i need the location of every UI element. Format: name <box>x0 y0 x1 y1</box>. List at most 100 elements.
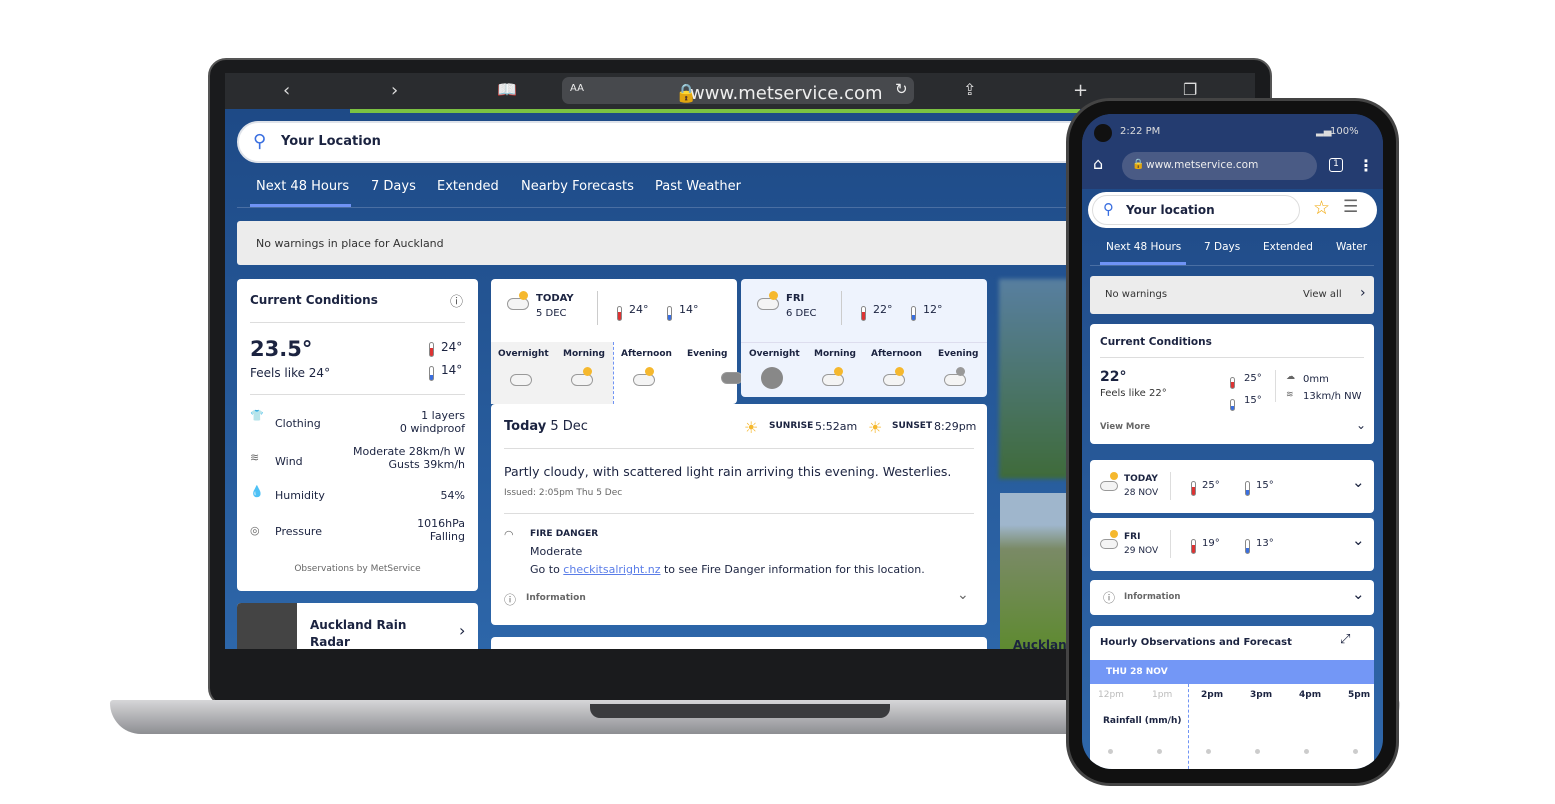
search-input[interactable]: ⚲ Your Location <box>237 121 1097 163</box>
tab-past-weather[interactable]: Past Weather <box>655 179 741 194</box>
phone-current-title: Current Conditions <box>1100 336 1212 348</box>
phone-information-toggle[interactable]: ⓘ Information ⌄ <box>1090 580 1374 615</box>
lock-icon: 🔒 <box>1132 159 1145 170</box>
phone-search-input[interactable]: ⚲ Your location <box>1092 195 1300 225</box>
days-0-high: 24° <box>629 303 649 316</box>
tab-water[interactable]: Water <box>1336 241 1367 253</box>
address-bar[interactable]: AA 🔒 www.metservice.com ↻ <box>562 77 914 104</box>
tab-next-48-hours[interactable]: Next 48 Hours <box>1106 241 1181 253</box>
phone-current-low: 15° <box>1244 395 1262 406</box>
decoration <box>583 367 592 376</box>
detail-fire_label: FIRE DANGER <box>530 529 599 539</box>
now-marker <box>1188 684 1189 769</box>
decoration <box>519 291 528 300</box>
day-card-fri[interactable]: FRI 6 DEC 22° 12° Overnight Morning Afte… <box>741 279 987 397</box>
phone-warning-banner[interactable]: No warnings View all › <box>1090 276 1374 314</box>
decoration: 1 layers 0 windproof <box>400 409 465 435</box>
decoration <box>1275 370 1276 402</box>
phone-day-card-fri[interactable]: FRI 29 NOV 19° 13° ⌄ <box>1090 518 1374 571</box>
thermometer-hot-icon <box>429 339 434 358</box>
current-rows-2-label: Humidity <box>275 489 325 502</box>
chevron-down-icon: ⌄ <box>1352 473 1365 491</box>
days-1-day: FRI <box>786 293 805 304</box>
decoration <box>1191 536 1196 555</box>
share-icon[interactable]: ⇪ <box>963 80 976 99</box>
search-icon: ⚲ <box>253 131 267 152</box>
ad-image[interactable] <box>999 279 1069 479</box>
menu-icon[interactable]: ⋮ <box>1358 156 1374 175</box>
decoration <box>667 306 672 321</box>
decoration <box>1157 749 1162 754</box>
traffic-camera-image[interactable] <box>1000 493 1070 649</box>
decoration <box>1100 357 1364 358</box>
decoration: Go to checkitsalright.nz to see Fire Dan… <box>530 563 925 576</box>
decoration <box>1353 749 1358 754</box>
decoration <box>1230 394 1235 413</box>
days-0-periods-3: Evening <box>687 349 728 359</box>
star-icon[interactable]: ☆ <box>1313 197 1330 219</box>
current-temp: 23.5° <box>250 337 313 361</box>
decoration <box>769 291 778 300</box>
decoration <box>1245 481 1250 496</box>
tabs-icon[interactable]: ❐ <box>1183 80 1197 99</box>
decoration <box>250 394 465 395</box>
current-rows-2-value-0: 54% <box>440 489 465 502</box>
cloud-icon <box>510 374 532 386</box>
decoration <box>1230 398 1235 411</box>
home-icon[interactable]: ⌂ <box>1093 154 1103 173</box>
tab-count-button[interactable]: 1 <box>1329 158 1343 172</box>
day-card-today[interactable]: TODAY 5 DEC 24° 14° Overnight Morning Af… <box>491 279 744 404</box>
decoration <box>617 306 622 321</box>
tab-extended[interactable]: Extended <box>1263 241 1313 253</box>
phone-current-conditions: Current Conditions 22° Feels like 22° 25… <box>1090 324 1374 444</box>
phone-info: Information <box>1124 592 1181 602</box>
bookmarks-icon[interactable]: 📖 <box>497 80 517 99</box>
phone-address-bar[interactable]: 🔒 www.metservice.com <box>1122 152 1317 180</box>
tab-7-days[interactable]: 7 Days <box>371 179 416 194</box>
forward-icon[interactable]: › <box>391 80 398 101</box>
wind-icon: ≋ <box>1286 390 1294 400</box>
detail-fire_post: to see Fire Danger information for this … <box>660 563 925 576</box>
decoration <box>841 291 842 325</box>
pressure-icon: ◎ <box>250 524 260 537</box>
info-icon[interactable]: ⓘ <box>450 291 463 310</box>
days-1-high: 22° <box>873 303 893 316</box>
days-1-low: 12° <box>923 303 943 316</box>
tab-nearby-forecasts[interactable]: Nearby Forecasts <box>521 179 634 194</box>
decoration <box>1191 478 1196 497</box>
phone-days-0-date: 28 NOV <box>1124 488 1159 498</box>
detail-title: Today <box>504 419 547 434</box>
view-all-link[interactable]: View all <box>1303 289 1342 300</box>
decoration <box>834 367 843 376</box>
phone-days-1-high: 19° <box>1202 538 1220 549</box>
reload-icon[interactable]: ↻ <box>895 80 908 98</box>
new-tab-icon[interactable]: + <box>1073 80 1088 101</box>
phone-url: www.metservice.com <box>1146 159 1259 171</box>
expand-icon[interactable]: ⤢ <box>1340 632 1350 647</box>
tab-next-48-hours[interactable]: Next 48 Hours <box>256 179 349 194</box>
chevron-down-icon[interactable]: ⌄ <box>957 587 969 603</box>
decoration <box>507 298 529 310</box>
decoration <box>741 342 987 343</box>
decoration <box>1245 539 1250 554</box>
row-humidity: 💧 Humidity 54% <box>250 481 465 517</box>
tab-7-days[interactable]: 7 Days <box>1204 241 1240 253</box>
decoration <box>1206 749 1211 754</box>
fire-danger-link[interactable]: checkitsalright.nz <box>563 563 660 576</box>
information-toggle[interactable]: Information <box>526 593 586 603</box>
rain-radar-link[interactable]: Auckland Rain Radar › <box>237 603 478 649</box>
phone-hours-0: 12pm <box>1098 690 1124 700</box>
view-more-toggle[interactable]: View More <box>1100 422 1150 432</box>
tab-extended[interactable]: Extended <box>437 179 499 194</box>
back-icon[interactable]: ‹ <box>283 80 290 101</box>
warning-banner[interactable]: No warnings in place for Auckland <box>237 221 1097 265</box>
current-rows-0-value-1: 0 windproof <box>399 422 465 435</box>
text-size-button[interactable]: AA <box>570 83 584 94</box>
card-title: Current Conditions <box>250 293 378 307</box>
current-rows-3-value-1: Falling <box>429 530 465 543</box>
favourites-list-icon[interactable]: ☰ <box>1343 197 1358 217</box>
phone-day-card-today[interactable]: TODAY 28 NOV 25° 15° ⌄ <box>1090 460 1374 513</box>
decoration <box>667 303 672 322</box>
forecast-summary: Partly cloudy, with scattered light rain… <box>504 464 952 479</box>
decoration <box>861 306 866 321</box>
